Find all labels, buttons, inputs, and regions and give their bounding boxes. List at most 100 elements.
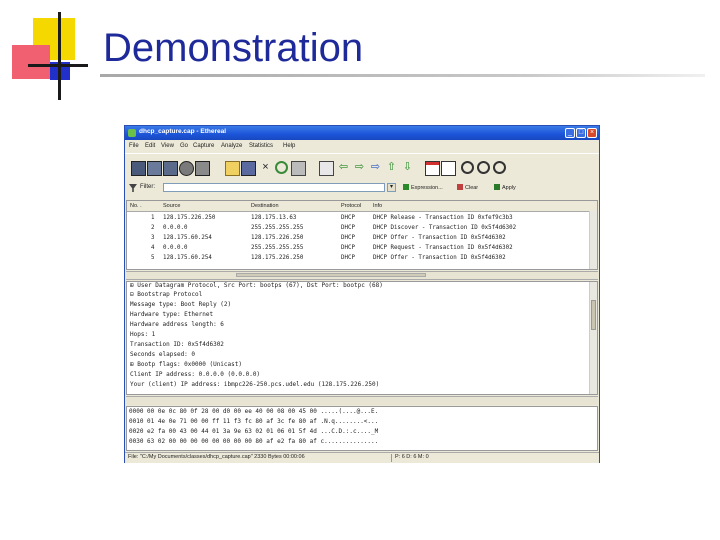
packet-list: No. . Source Destination Protocol Info 1… bbox=[126, 200, 598, 270]
column-header-source[interactable]: Source bbox=[163, 203, 180, 209]
packet-source: 0.0.0.0 bbox=[163, 245, 188, 251]
detail-line[interactable]: Seconds elapsed: 0 bbox=[130, 351, 195, 358]
apply-button-label: Apply bbox=[502, 185, 516, 191]
details-scrollbar[interactable] bbox=[589, 282, 597, 394]
clear-icon bbox=[457, 184, 463, 190]
zoom-out-icon[interactable] bbox=[477, 161, 490, 174]
packet-row[interactable]: 4 0.0.0.0 255.255.255.255 DHCP DHCP Requ… bbox=[127, 243, 589, 253]
start-capture-icon[interactable] bbox=[163, 161, 178, 176]
detail-line[interactable]: ⊞ User Datagram Protocol, Src Port: boot… bbox=[130, 282, 383, 289]
capture-options-icon[interactable] bbox=[147, 161, 162, 176]
hscroll-thumb[interactable] bbox=[236, 273, 426, 277]
packet-info: DHCP Release - Transaction ID 0xfef9c3b3 bbox=[373, 215, 513, 221]
detail-line[interactable]: Transaction ID: 0x5f4d6302 bbox=[130, 341, 224, 348]
column-header-info[interactable]: Info bbox=[373, 203, 382, 209]
go-first-icon[interactable]: ⇧ bbox=[385, 161, 398, 174]
close-file-icon[interactable]: × bbox=[259, 161, 272, 174]
decor-horizontal-line bbox=[28, 64, 88, 67]
go-to-icon[interactable]: ⇨ bbox=[369, 161, 382, 174]
details-scroll-thumb[interactable] bbox=[591, 300, 596, 330]
expression-button[interactable]: Expression... bbox=[403, 183, 443, 193]
ethereal-window: dhcp_capture.cap - Ethereal _ □ × File E… bbox=[124, 125, 600, 463]
detail-line[interactable]: Client IP address: 0.0.0.0 (0.0.0.0) bbox=[130, 371, 260, 378]
pane-splitter[interactable] bbox=[126, 396, 598, 405]
go-forward-icon[interactable]: ⇨ bbox=[353, 161, 366, 174]
column-header-destination[interactable]: Destination bbox=[251, 203, 279, 209]
detail-line[interactable]: Hardware address length: 6 bbox=[130, 321, 224, 328]
stop-capture-icon[interactable] bbox=[179, 161, 194, 176]
filter-label: Filter: bbox=[140, 184, 155, 190]
zoom-in-icon[interactable] bbox=[461, 161, 474, 174]
packet-list-hscrollbar[interactable] bbox=[126, 271, 598, 280]
print-icon[interactable] bbox=[291, 161, 306, 176]
packet-no: 1 bbox=[151, 215, 155, 221]
status-file-info: File: "C:/My Documents/classes/dhcp_capt… bbox=[128, 454, 305, 460]
hex-line[interactable]: 0030 63 02 00 00 00 00 00 00 00 00 80 af… bbox=[129, 438, 378, 445]
expression-icon bbox=[403, 184, 409, 190]
detail-line[interactable]: ⊞ Bootp flags: 0x0000 (Unicast) bbox=[130, 361, 242, 368]
packet-list-scrollbar[interactable] bbox=[589, 211, 597, 269]
detail-line[interactable]: ⊟ Bootstrap Protocol bbox=[130, 291, 202, 298]
menu-capture[interactable]: Capture bbox=[193, 143, 214, 149]
packet-source: 128.175.226.250 bbox=[163, 215, 216, 221]
hex-line[interactable]: 0020 e2 fa 00 43 00 44 01 3a 9e 63 02 01… bbox=[129, 428, 378, 435]
reload-icon[interactable] bbox=[275, 161, 288, 174]
apply-button[interactable]: Apply bbox=[494, 183, 516, 193]
clear-button[interactable]: Clear bbox=[457, 183, 478, 193]
packet-source: 128.175.60.254 bbox=[163, 235, 212, 241]
filter-icon bbox=[129, 184, 137, 192]
filter-dropdown-button[interactable]: ▾ bbox=[387, 183, 396, 192]
clear-button-label: Clear bbox=[465, 185, 479, 191]
interfaces-icon[interactable] bbox=[131, 161, 146, 176]
menu-help[interactable]: Help bbox=[283, 143, 295, 149]
close-button[interactable]: × bbox=[587, 128, 597, 138]
hex-line[interactable]: 0000 00 0e 0c 80 0f 28 00 d0 00 ee 40 00… bbox=[129, 408, 378, 415]
packet-source: 0.0.0.0 bbox=[163, 225, 188, 231]
menu-view[interactable]: View bbox=[161, 143, 174, 149]
packet-row[interactable]: 5 128.175.60.254 128.175.226.250 DHCP DH… bbox=[127, 253, 589, 263]
packet-info: DHCP Offer - Transaction ID 0x5f4d6302 bbox=[373, 235, 506, 241]
detail-line[interactable]: Hops: 1 bbox=[130, 331, 155, 338]
colorize-icon[interactable] bbox=[425, 161, 440, 176]
menu-file[interactable]: File bbox=[129, 143, 139, 149]
find-icon[interactable] bbox=[319, 161, 334, 176]
window-titlebar[interactable]: dhcp_capture.cap - Ethereal _ □ × bbox=[125, 126, 599, 140]
packet-destination: 128.175.13.63 bbox=[251, 215, 297, 221]
packet-no: 4 bbox=[151, 245, 155, 251]
maximize-button[interactable]: □ bbox=[576, 128, 586, 138]
auto-scroll-icon[interactable] bbox=[441, 161, 456, 176]
menu-go[interactable]: Go bbox=[180, 143, 188, 149]
packet-protocol: DHCP bbox=[341, 225, 355, 231]
ethereal-app-icon bbox=[128, 129, 136, 137]
filter-input[interactable] bbox=[163, 183, 385, 192]
hex-line[interactable]: 0010 01 4e 0e 71 00 00 ff 11 f3 fc 80 af… bbox=[129, 418, 378, 425]
zoom-normal-icon[interactable] bbox=[493, 161, 506, 174]
open-icon[interactable] bbox=[225, 161, 240, 176]
packet-info: DHCP Offer - Transaction ID 0x5f4d6302 bbox=[373, 255, 506, 261]
decor-red-square bbox=[12, 45, 50, 79]
save-icon[interactable] bbox=[241, 161, 256, 176]
menu-statistics[interactable]: Statistics bbox=[249, 143, 273, 149]
packet-protocol: DHCP bbox=[341, 235, 355, 241]
menu-bar: File Edit View Go Capture Analyze Statis… bbox=[125, 141, 599, 152]
restart-capture-icon[interactable] bbox=[195, 161, 210, 176]
status-bar: File: "C:/My Documents/classes/dhcp_capt… bbox=[125, 452, 599, 463]
detail-line[interactable]: Message type: Boot Reply (2) bbox=[130, 301, 231, 308]
go-last-icon[interactable]: ⇩ bbox=[401, 161, 414, 174]
column-header-no[interactable]: No. . bbox=[130, 203, 142, 209]
packet-row[interactable]: 1 128.175.226.250 128.175.13.63 DHCP DHC… bbox=[127, 213, 589, 223]
packet-source: 128.175.60.254 bbox=[163, 255, 212, 261]
packet-row[interactable]: 3 128.175.60.254 128.175.226.250 DHCP DH… bbox=[127, 233, 589, 243]
go-back-icon[interactable]: ⇦ bbox=[337, 161, 350, 174]
packet-row[interactable]: 2 0.0.0.0 255.255.255.255 DHCP DHCP Disc… bbox=[127, 223, 589, 233]
packet-list-header: No. . Source Destination Protocol Info bbox=[127, 201, 597, 212]
packet-destination: 255.255.255.255 bbox=[251, 225, 304, 231]
expression-button-label: Expression... bbox=[411, 185, 443, 191]
detail-line[interactable]: Hardware type: Ethernet bbox=[130, 311, 213, 318]
menu-analyze[interactable]: Analyze bbox=[221, 143, 242, 149]
minimize-button[interactable]: _ bbox=[565, 128, 575, 138]
column-header-protocol[interactable]: Protocol bbox=[341, 203, 361, 209]
apply-icon bbox=[494, 184, 500, 190]
menu-edit[interactable]: Edit bbox=[145, 143, 155, 149]
detail-line[interactable]: Your (client) IP address: ibmpc226-250.p… bbox=[130, 381, 379, 388]
